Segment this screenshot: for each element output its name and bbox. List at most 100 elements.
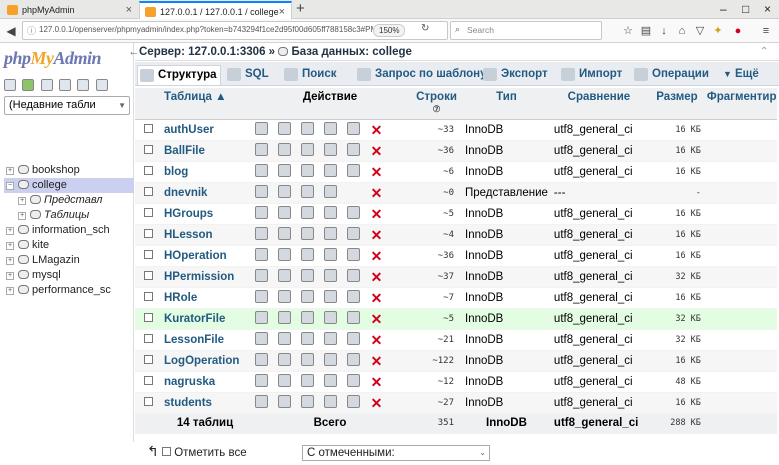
exit-icon[interactable]: [22, 78, 35, 91]
browse-icon[interactable]: [255, 164, 268, 177]
header-rows[interactable]: Строки ⑦: [411, 88, 462, 120]
search-icon[interactable]: [301, 374, 314, 387]
close-tab-icon[interactable]: ×: [279, 3, 285, 19]
drop-icon[interactable]: ✕: [370, 186, 383, 200]
row-checkbox[interactable]: [143, 207, 153, 217]
structure-icon[interactable]: [278, 374, 291, 387]
search-icon[interactable]: [301, 395, 314, 408]
menu-icon[interactable]: ≡: [758, 22, 774, 40]
row-checkbox[interactable]: [143, 270, 153, 280]
structure-icon[interactable]: [278, 269, 291, 282]
tab-import[interactable]: Импорт: [559, 65, 622, 85]
insert-icon[interactable]: [324, 122, 337, 135]
tab-sql[interactable]: SQL: [225, 65, 269, 85]
drop-icon[interactable]: ✕: [370, 312, 383, 326]
empty-icon[interactable]: [347, 332, 360, 345]
table-name-link[interactable]: HLesson: [161, 224, 249, 246]
browse-icon[interactable]: [255, 353, 268, 366]
drop-icon[interactable]: ✕: [370, 207, 383, 221]
row-checkbox-cell[interactable]: [135, 308, 161, 330]
help-icon[interactable]: ⑦: [432, 104, 440, 114]
drop-icon[interactable]: ✕: [370, 354, 383, 368]
empty-icon[interactable]: [347, 269, 360, 282]
row-checkbox-cell[interactable]: [135, 266, 161, 288]
row-checkbox-cell[interactable]: [135, 119, 161, 141]
empty-icon[interactable]: [347, 248, 360, 261]
tree-item[interactable]: + information_sch: [4, 223, 134, 238]
search-icon[interactable]: [301, 290, 314, 303]
table-name-link[interactable]: students: [161, 392, 249, 414]
header-overhead[interactable]: Фрагментир: [706, 88, 777, 120]
tree-item[interactable]: + performance_sc: [4, 283, 134, 298]
row-checkbox-cell[interactable]: [135, 329, 161, 351]
tree-item[interactable]: + kite: [4, 238, 134, 253]
drop-icon[interactable]: ✕: [370, 375, 383, 389]
table-name-link[interactable]: authUser: [161, 119, 249, 141]
mark-all-checkbox[interactable]: [162, 447, 171, 456]
browse-icon[interactable]: [255, 374, 268, 387]
table-row[interactable]: KuratorFile ✕ ~5 InnoDB utf8_general_ci 32 КБ: [135, 308, 777, 330]
search-icon[interactable]: [301, 269, 314, 282]
row-checkbox[interactable]: [143, 375, 153, 385]
insert-icon[interactable]: [324, 269, 337, 282]
mark-all[interactable]: Отметить все: [162, 447, 247, 459]
table-row[interactable]: dnevnik ✕ ~0 Представление --- -: [135, 182, 777, 204]
row-checkbox-cell[interactable]: [135, 245, 161, 267]
tab-query-builder[interactable]: Запрос по шаблону: [355, 65, 487, 85]
empty-icon[interactable]: [347, 290, 360, 303]
browse-icon[interactable]: [255, 185, 268, 198]
empty-icon[interactable]: [347, 374, 360, 387]
extension-icon[interactable]: ✦: [710, 22, 726, 40]
structure-icon[interactable]: [278, 122, 291, 135]
tree-item[interactable]: + Таблицы: [4, 208, 134, 223]
row-checkbox-cell[interactable]: [135, 350, 161, 372]
row-checkbox-cell[interactable]: [135, 203, 161, 225]
search-icon[interactable]: [301, 185, 314, 198]
insert-icon[interactable]: [324, 185, 337, 198]
row-checkbox-cell[interactable]: [135, 371, 161, 393]
table-name-link[interactable]: LogOperation: [161, 350, 249, 372]
search-icon[interactable]: [301, 227, 314, 240]
table-name-link[interactable]: KuratorFile: [161, 308, 249, 330]
table-row[interactable]: LogOperation ✕ ~122 InnoDB utf8_general_ci 16…: [135, 350, 777, 372]
tab-more[interactable]: ▼ Ещё: [719, 65, 759, 85]
row-checkbox[interactable]: [143, 123, 153, 133]
browse-icon[interactable]: [255, 395, 268, 408]
row-checkbox[interactable]: [143, 144, 153, 154]
tree-item[interactable]: − college: [4, 178, 134, 193]
expand-toggle-icon[interactable]: +: [6, 242, 14, 250]
table-row[interactable]: blog ✕ ~6 InnoDB utf8_general_ci 16 КБ: [135, 161, 777, 183]
search-icon[interactable]: [301, 353, 314, 366]
search-icon[interactable]: [301, 143, 314, 156]
drop-icon[interactable]: ✕: [370, 291, 383, 305]
tree-item[interactable]: + LMagazin: [4, 253, 134, 268]
row-checkbox[interactable]: [143, 228, 153, 238]
insert-icon[interactable]: [324, 248, 337, 261]
breadcrumb-database[interactable]: База данных: college: [291, 46, 411, 58]
reload-nav-icon[interactable]: [95, 78, 108, 91]
new-tab-button[interactable]: +: [296, 0, 305, 18]
row-checkbox[interactable]: [143, 186, 153, 196]
insert-icon[interactable]: [324, 290, 337, 303]
insert-icon[interactable]: [324, 164, 337, 177]
search-input[interactable]: ⌕ Search: [450, 21, 602, 40]
table-row[interactable]: HLesson ✕ ~4 InnoDB utf8_general_ci 16 КБ: [135, 224, 777, 246]
empty-icon[interactable]: [347, 395, 360, 408]
expand-toggle-icon[interactable]: −: [6, 182, 14, 190]
drop-icon[interactable]: ✕: [370, 270, 383, 284]
header-table[interactable]: Таблица ▲: [161, 88, 249, 120]
structure-icon[interactable]: [278, 206, 291, 219]
structure-icon[interactable]: [278, 143, 291, 156]
address-bar[interactable]: ⓘ 127.0.0.1/openserver/phpmyadmin/index.…: [22, 21, 448, 40]
browse-icon[interactable]: [255, 311, 268, 324]
table-row[interactable]: LessonFile ✕ ~21 InnoDB utf8_general_ci 32 КБ: [135, 329, 777, 351]
settings-icon[interactable]: [77, 78, 90, 91]
table-row[interactable]: BallFile ✕ ~36 InnoDB utf8_general_ci 16 КБ: [135, 140, 777, 162]
minimize-button[interactable]: –: [720, 0, 727, 19]
table-name-link[interactable]: LessonFile: [161, 329, 249, 351]
row-checkbox-cell[interactable]: [135, 224, 161, 246]
insert-icon[interactable]: [324, 332, 337, 345]
drop-icon[interactable]: ✕: [370, 249, 383, 263]
row-checkbox-cell[interactable]: [135, 287, 161, 309]
row-checkbox-cell[interactable]: [135, 392, 161, 414]
